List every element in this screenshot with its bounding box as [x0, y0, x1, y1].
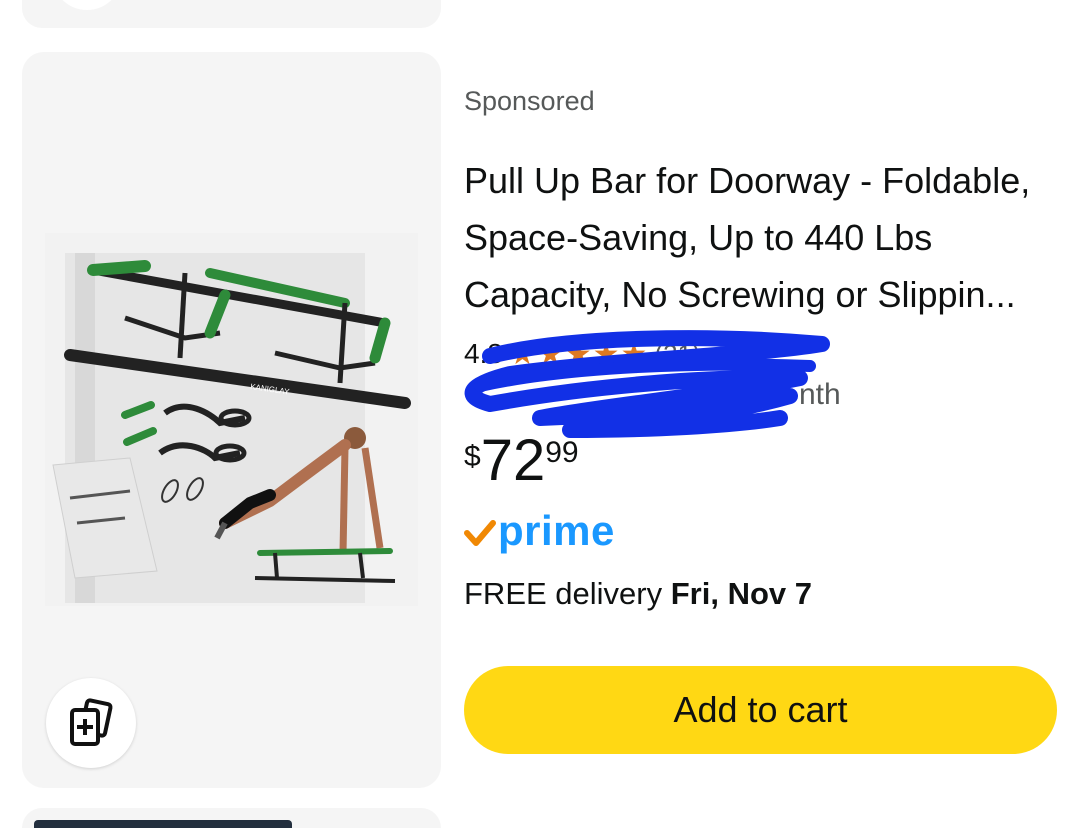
search-results-page: KANIGLAY Sponsored Pull Up Bar for Doorw…	[0, 0, 1080, 828]
delivery-info: FREE delivery Fri, Nov 7	[464, 576, 812, 612]
prime-check-icon	[464, 520, 496, 546]
view-similar-button[interactable]	[46, 678, 136, 768]
delivery-prefix: FREE delivery	[464, 576, 671, 611]
bought-text-visible: nth	[799, 378, 841, 411]
product-title[interactable]: Pull Up Bar for Doorway - Foldable, Spac…	[464, 152, 1064, 323]
price-whole: 72	[480, 428, 546, 493]
sponsored-label: Sponsored	[464, 86, 595, 116]
add-cards-icon	[70, 698, 113, 746]
price-fraction: 99	[545, 436, 579, 469]
prime-badge: prime	[464, 507, 615, 554]
product-image[interactable]: KANIGLAY	[45, 233, 418, 606]
price-currency: $	[464, 440, 481, 473]
add-to-cart-button[interactable]: Add to cart	[464, 666, 1057, 754]
rating-value: 4.8	[464, 338, 503, 369]
review-count[interactable]: (31)	[654, 339, 700, 370]
star-rating-icon: ★★★★★	[508, 337, 649, 371]
delivery-date: Fri, Nov 7	[670, 576, 812, 611]
rating-row[interactable]: 4.8 ★★★★★ (31)	[464, 334, 701, 374]
price: $ 72 99	[464, 432, 579, 490]
prime-label: prime	[498, 507, 615, 554]
bought-in-past-month: nth	[464, 378, 841, 412]
next-result-image[interactable]	[34, 820, 292, 828]
